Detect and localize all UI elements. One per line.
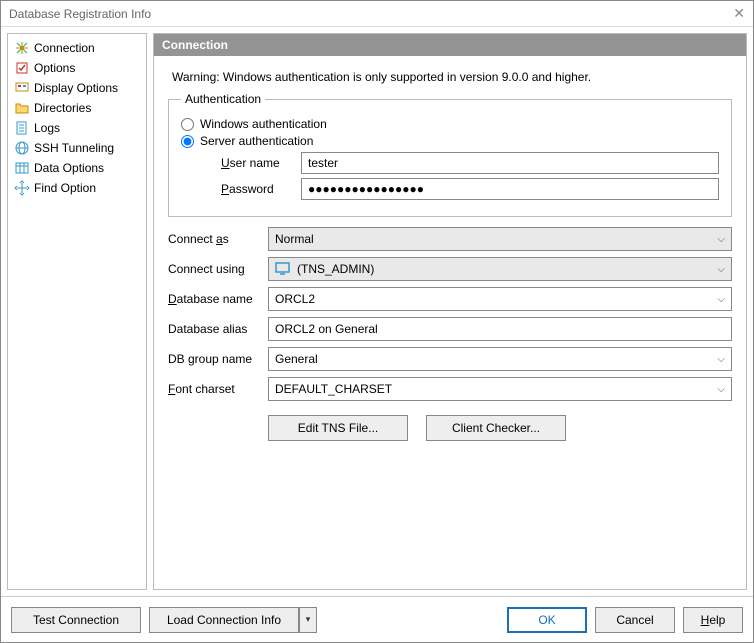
content-area: Warning: Windows authentication is only …	[154, 56, 746, 451]
logs-icon	[14, 120, 30, 136]
radio-windows-auth-row[interactable]: Windows authentication	[181, 117, 719, 131]
sidebar-item-logs[interactable]: Logs	[10, 118, 144, 138]
sidebar-item-label: Directories	[34, 101, 91, 115]
auth-legend: Authentication	[181, 92, 265, 106]
db-group-combo[interactable]: General ⌵	[268, 347, 732, 371]
connect-as-combo[interactable]: Normal ⌵	[268, 227, 732, 251]
database-alias-input[interactable]: ORCL2 on General	[268, 317, 732, 341]
username-input[interactable]	[301, 152, 719, 174]
auth-fieldset: Authentication Windows authentication Se…	[168, 92, 732, 217]
font-charset-label: Font charset	[168, 382, 268, 396]
sidebar: Connection Options Display Options Direc…	[7, 33, 147, 590]
sidebar-item-directories[interactable]: Directories	[10, 98, 144, 118]
sidebar-item-connection[interactable]: Connection	[10, 38, 144, 58]
test-connection-button[interactable]: Test Connection	[11, 607, 141, 633]
database-name-label: Database name	[168, 292, 268, 306]
cancel-button[interactable]: Cancel	[595, 607, 675, 633]
username-label: User name	[181, 156, 301, 170]
section-header: Connection	[154, 34, 746, 56]
help-button[interactable]: Help	[683, 607, 743, 633]
client-checker-button[interactable]: Client Checker...	[426, 415, 566, 441]
sidebar-item-label: Find Option	[34, 181, 96, 195]
edit-tns-button[interactable]: Edit TNS File...	[268, 415, 408, 441]
radio-server-auth[interactable]	[181, 135, 194, 148]
connect-using-combo[interactable]: (TNS_ADMIN) ⌵	[268, 257, 732, 281]
sidebar-item-label: Logs	[34, 121, 60, 135]
chevron-down-icon: ⌵	[717, 264, 725, 275]
window-title: Database Registration Info	[9, 7, 733, 21]
load-connection-button[interactable]: Load Connection Info	[149, 607, 299, 633]
radio-windows-auth[interactable]	[181, 118, 194, 131]
titlebar: Database Registration Info ✕	[1, 1, 753, 27]
chevron-down-icon: ⌵	[717, 354, 725, 365]
font-charset-combo[interactable]: DEFAULT_CHARSET ⌵	[268, 377, 732, 401]
find-icon	[14, 180, 30, 196]
chevron-down-icon: ⌵	[717, 384, 725, 395]
sidebar-item-data-options[interactable]: Data Options	[10, 158, 144, 178]
main-panel: Connection Warning: Windows authenticati…	[153, 33, 747, 590]
connect-using-label: Connect using	[168, 262, 268, 276]
connect-as-label: Connect as	[168, 232, 268, 246]
radio-server-auth-row[interactable]: Server authentication	[181, 134, 719, 148]
sidebar-item-ssh[interactable]: SSH Tunneling	[10, 138, 144, 158]
globe-icon	[14, 140, 30, 156]
radio-server-label: Server authentication	[200, 134, 313, 148]
chevron-down-icon: ⌵	[717, 294, 725, 305]
display-options-icon	[14, 80, 30, 96]
db-group-label: DB group name	[168, 352, 268, 366]
sidebar-item-label: Display Options	[34, 81, 118, 95]
close-icon[interactable]: ✕	[733, 5, 745, 22]
connection-icon	[14, 40, 30, 56]
folder-icon	[14, 100, 30, 116]
data-icon	[14, 160, 30, 176]
database-name-combo[interactable]: ORCL2 ⌵	[268, 287, 732, 311]
sidebar-item-options[interactable]: Options	[10, 58, 144, 78]
sidebar-item-label: Options	[34, 61, 75, 75]
chevron-down-icon: ⌵	[717, 234, 725, 245]
load-connection-dropdown[interactable]: ▾	[299, 607, 317, 633]
dialog-window: Database Registration Info ✕ Connection …	[0, 0, 754, 643]
password-input[interactable]	[301, 178, 719, 200]
radio-windows-label: Windows authentication	[200, 117, 327, 131]
database-alias-label: Database alias	[168, 322, 268, 336]
sidebar-item-label: Connection	[34, 41, 95, 55]
monitor-icon	[275, 261, 291, 277]
sidebar-item-find[interactable]: Find Option	[10, 178, 144, 198]
dialog-body: Connection Options Display Options Direc…	[1, 27, 753, 596]
sidebar-item-label: Data Options	[34, 161, 104, 175]
password-label: Password	[181, 182, 301, 196]
dialog-footer: Test Connection Load Connection Info ▾ O…	[1, 596, 753, 642]
warning-text: Warning: Windows authentication is only …	[172, 70, 732, 84]
sidebar-item-label: SSH Tunneling	[34, 141, 114, 155]
options-icon	[14, 60, 30, 76]
ok-button[interactable]: OK	[507, 607, 587, 633]
sidebar-item-display-options[interactable]: Display Options	[10, 78, 144, 98]
